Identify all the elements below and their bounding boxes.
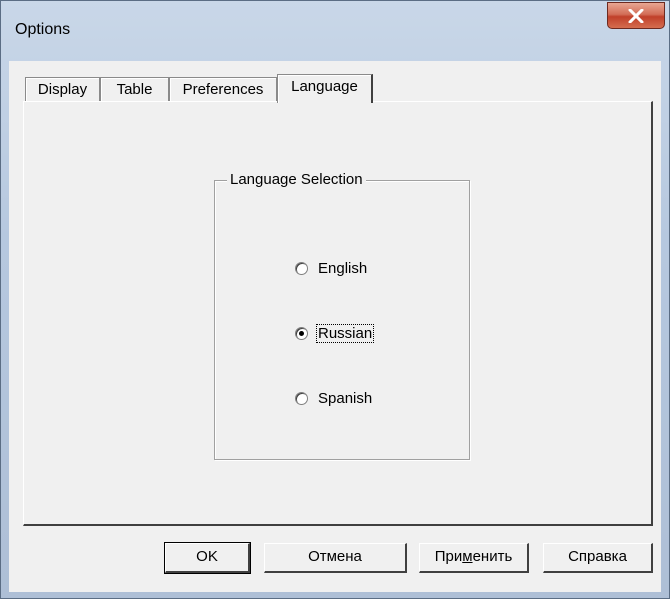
tab-preferences[interactable]: Preferences — [169, 77, 277, 101]
apply-label-post: енить — [472, 548, 513, 565]
group-legend: Language Selection — [227, 171, 366, 188]
apply-label-mnemonic: м — [462, 548, 473, 565]
tab-language[interactable]: Language — [277, 74, 373, 103]
tab-display[interactable]: Display — [25, 77, 100, 101]
ok-button[interactable]: OK — [164, 542, 251, 574]
ok-button-label: OK — [196, 548, 218, 565]
tab-label: Table — [116, 81, 153, 98]
radio-option-russian[interactable]: Russian — [295, 322, 375, 344]
help-button-label: Справка — [568, 548, 627, 565]
close-icon — [628, 8, 644, 23]
tab-label: Preferences — [182, 81, 264, 98]
radio-button-english[interactable] — [295, 261, 308, 275]
tab-table[interactable]: Table — [100, 77, 169, 101]
options-dialog: Options Display Table Preferences Langua… — [0, 0, 670, 599]
radio-button-spanish[interactable] — [295, 391, 308, 405]
radio-label-spanish: Spanish — [318, 389, 373, 407]
radio-button-russian[interactable] — [295, 326, 308, 340]
dialog-client-area: Display Table Preferences Language Langu… — [9, 61, 661, 592]
help-button[interactable]: Справка — [543, 543, 653, 573]
radio-option-english[interactable]: English — [295, 257, 368, 279]
cancel-button[interactable]: Отмена — [264, 543, 407, 573]
radio-label-russian: Russian — [315, 323, 375, 343]
tab-label: Display — [37, 81, 88, 98]
apply-button[interactable]: Применить — [419, 543, 529, 573]
close-button[interactable] — [607, 2, 665, 29]
window-title: Options — [15, 21, 71, 38]
tab-label: Language — [291, 78, 358, 95]
title-bar[interactable]: Options — [1, 1, 669, 61]
language-selection-group: Language Selection English Russian Spani… — [214, 171, 470, 460]
apply-label-pre: При — [434, 548, 463, 565]
cancel-button-label: Отмена — [308, 548, 362, 565]
radio-option-spanish[interactable]: Spanish — [295, 387, 373, 409]
tab-panel-language: Language Selection English Russian Spani… — [23, 101, 653, 526]
radio-label-english: English — [318, 259, 368, 277]
